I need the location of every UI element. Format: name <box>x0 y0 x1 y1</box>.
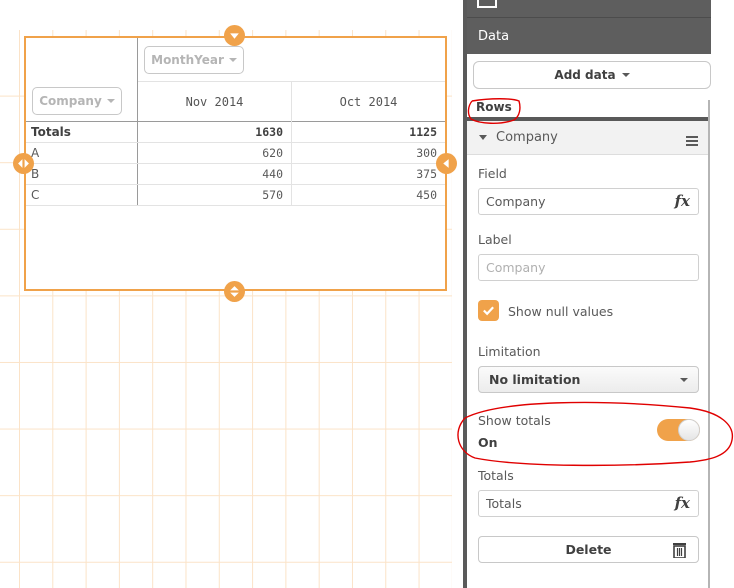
arrow-left-right-icon <box>18 159 29 168</box>
totals-input[interactable]: Totals fx <box>478 490 699 517</box>
toggle-knob <box>678 419 700 441</box>
cell-value: 1630 <box>255 125 283 139</box>
table-header: Company MonthYear Nov 2014 Oct 2014 <box>26 38 445 122</box>
dimension-item-company[interactable]: Company <box>467 117 708 155</box>
table-row-totals: Totals 1630 1125 <box>26 122 445 143</box>
label-label: Label <box>478 232 512 247</box>
caret-down-icon <box>680 378 688 382</box>
company-dimension-button[interactable]: Company <box>32 87 122 115</box>
expression-fx-icon[interactable]: fx <box>675 192 690 210</box>
drag-handle-icon[interactable] <box>686 136 698 148</box>
row-dimension-header: Company <box>26 38 138 122</box>
add-data-label: Add data <box>554 68 616 82</box>
limitation-selected: No limitation <box>489 372 581 387</box>
field-input[interactable]: Company fx <box>478 188 699 215</box>
resize-handle-left[interactable] <box>13 153 34 174</box>
row-label: B <box>26 164 138 184</box>
panel-toolbar <box>467 0 711 18</box>
panel-scrollbar[interactable] <box>708 100 710 588</box>
cell-value: 1125 <box>291 122 445 142</box>
row-label: Totals <box>26 122 138 142</box>
caret-down-icon <box>621 73 630 77</box>
table-row: B 440 375 <box>26 164 445 185</box>
totals-value: Totals <box>486 496 522 511</box>
rows-heading: Rows <box>476 100 512 114</box>
label-placeholder: Company <box>486 260 546 275</box>
limitation-label: Limitation <box>478 344 541 359</box>
cell-value: 375 <box>291 164 445 184</box>
resize-handle-top[interactable] <box>224 25 245 46</box>
column-header[interactable]: Oct 2014 <box>291 82 445 122</box>
cell-value: 440 <box>262 167 283 181</box>
show-totals-toggle[interactable] <box>657 419 700 441</box>
field-label: Field <box>478 166 507 181</box>
resize-handle-right[interactable] <box>436 153 457 174</box>
show-null-values-checkbox[interactable] <box>478 300 499 321</box>
arrow-left-icon <box>443 159 449 168</box>
collapse-triangle-icon <box>479 135 487 140</box>
delete-label: Delete <box>565 542 612 557</box>
cell-value: 300 <box>291 143 445 163</box>
checkmark-icon <box>483 306 494 316</box>
table-row: A 620 300 <box>26 143 445 164</box>
trash-icon <box>673 543 686 558</box>
limitation-select[interactable]: No limitation <box>478 366 699 393</box>
caret-down-icon <box>228 58 237 62</box>
caret-down-icon <box>106 99 115 103</box>
column-headers: Nov 2014 Oct 2014 <box>138 81 445 122</box>
field-value: Company <box>486 194 546 209</box>
column-dimension-header: MonthYear Nov 2014 Oct 2014 <box>138 38 445 122</box>
table-row: C 570 450 <box>26 185 445 206</box>
totals-label: Totals <box>478 468 514 483</box>
monthyear-dimension-label: MonthYear <box>151 53 224 67</box>
cell-value: 620 <box>262 146 283 160</box>
monthyear-dimension-button[interactable]: MonthYear <box>144 46 244 74</box>
data-section-header[interactable]: Data <box>467 18 711 54</box>
cell-value: 450 <box>291 185 445 205</box>
dimension-item-label: Company <box>496 130 558 145</box>
row-label: C <box>26 185 138 205</box>
delete-button[interactable]: Delete <box>478 536 699 563</box>
show-null-values-label[interactable]: Show null values <box>508 304 613 319</box>
object-icon <box>477 0 497 8</box>
company-dimension-label: Company <box>39 94 102 108</box>
arrow-up-down-icon <box>230 286 239 297</box>
arrow-down-icon <box>230 33 239 39</box>
expression-fx-icon[interactable]: fx <box>675 494 690 512</box>
row-label: A <box>26 143 138 163</box>
cell-value: 570 <box>262 188 283 202</box>
label-input[interactable]: Company <box>478 254 699 281</box>
show-totals-label: Show totals <box>478 413 551 428</box>
pivot-table: Company MonthYear Nov 2014 Oct 2014 Tota… <box>26 38 445 206</box>
show-totals-state: On <box>478 435 498 450</box>
add-data-button[interactable]: Add data <box>473 61 711 89</box>
resize-handle-bottom[interactable] <box>224 281 245 302</box>
column-header[interactable]: Nov 2014 <box>138 82 291 122</box>
